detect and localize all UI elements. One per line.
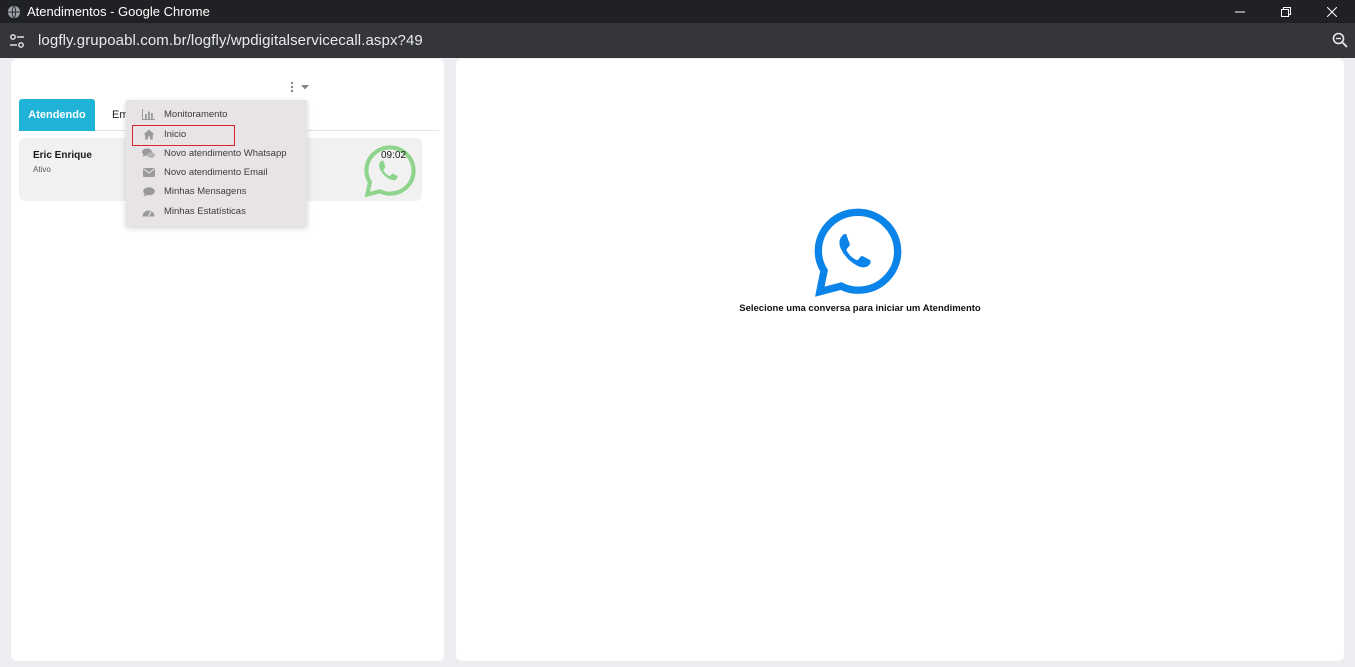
menu-item-novo-email[interactable]: Novo atendimento Email <box>126 163 307 182</box>
url-text[interactable]: logfly.grupoabl.com.br/logfly/wpdigitals… <box>38 32 423 49</box>
globe-icon <box>7 5 21 18</box>
chat-bubbles-icon <box>142 148 155 159</box>
restore-button[interactable] <box>1263 0 1309 23</box>
window-title: Atendimentos - Google Chrome <box>27 4 210 19</box>
menu-item-novo-whatsapp[interactable]: Novo atendimento Whatsapp <box>126 144 307 163</box>
envelope-icon <box>142 167 155 178</box>
menu-item-minhas-estatisticas[interactable]: Minhas Estatísticas <box>126 202 307 221</box>
bar-chart-icon <box>142 109 155 120</box>
kebab-menu-icon <box>290 81 294 93</box>
whatsapp-icon <box>814 208 902 297</box>
tab-atendendo[interactable]: Atendendo <box>19 99 95 131</box>
menu-item-monitoramento[interactable]: Monitoramento <box>126 105 307 124</box>
caret-down-icon <box>301 85 309 90</box>
empty-state-message: Selecione uma conversa para iniciar um A… <box>739 303 981 314</box>
close-button[interactable] <box>1309 0 1355 23</box>
restore-icon <box>1281 6 1291 17</box>
contact-name: Eric Enrique <box>33 150 92 161</box>
window-titlebar: Atendimentos - Google Chrome <box>0 0 1355 23</box>
address-bar[interactable]: logfly.grupoabl.com.br/logfly/wpdigitals… <box>0 23 1355 58</box>
menu-item-minhas-mensagens[interactable]: Minhas Mensagens <box>126 182 307 201</box>
comment-icon <box>142 186 155 197</box>
menu-item-label: Minhas Estatísticas <box>164 206 246 217</box>
chat-panel: Selecione uma conversa para iniciar um A… <box>456 59 1344 661</box>
conversation-time: 09:02 <box>381 150 407 161</box>
options-menu-toggle[interactable] <box>289 80 313 94</box>
menu-item-inicio[interactable]: Inicio <box>126 125 307 144</box>
menu-item-label: Novo atendimento Email <box>164 167 268 178</box>
menu-item-label: Inicio <box>164 129 187 140</box>
dashboard-icon <box>142 206 155 217</box>
home-icon <box>142 129 155 140</box>
window-controls <box>1217 0 1355 23</box>
zoom-out-icon[interactable] <box>1331 31 1349 49</box>
close-icon <box>1327 6 1337 17</box>
site-settings-icon[interactable] <box>8 32 26 50</box>
menu-item-label: Monitoramento <box>164 109 228 120</box>
menu-item-label: Minhas Mensagens <box>164 186 247 197</box>
minimize-icon <box>1235 11 1245 12</box>
menu-item-label: Novo atendimento Whatsapp <box>164 148 287 159</box>
minimize-button[interactable] <box>1217 0 1263 23</box>
conversation-status: Ativo <box>33 165 51 174</box>
options-dropdown-menu: Monitoramento Inicio Novo atendimento Wh… <box>126 100 307 226</box>
